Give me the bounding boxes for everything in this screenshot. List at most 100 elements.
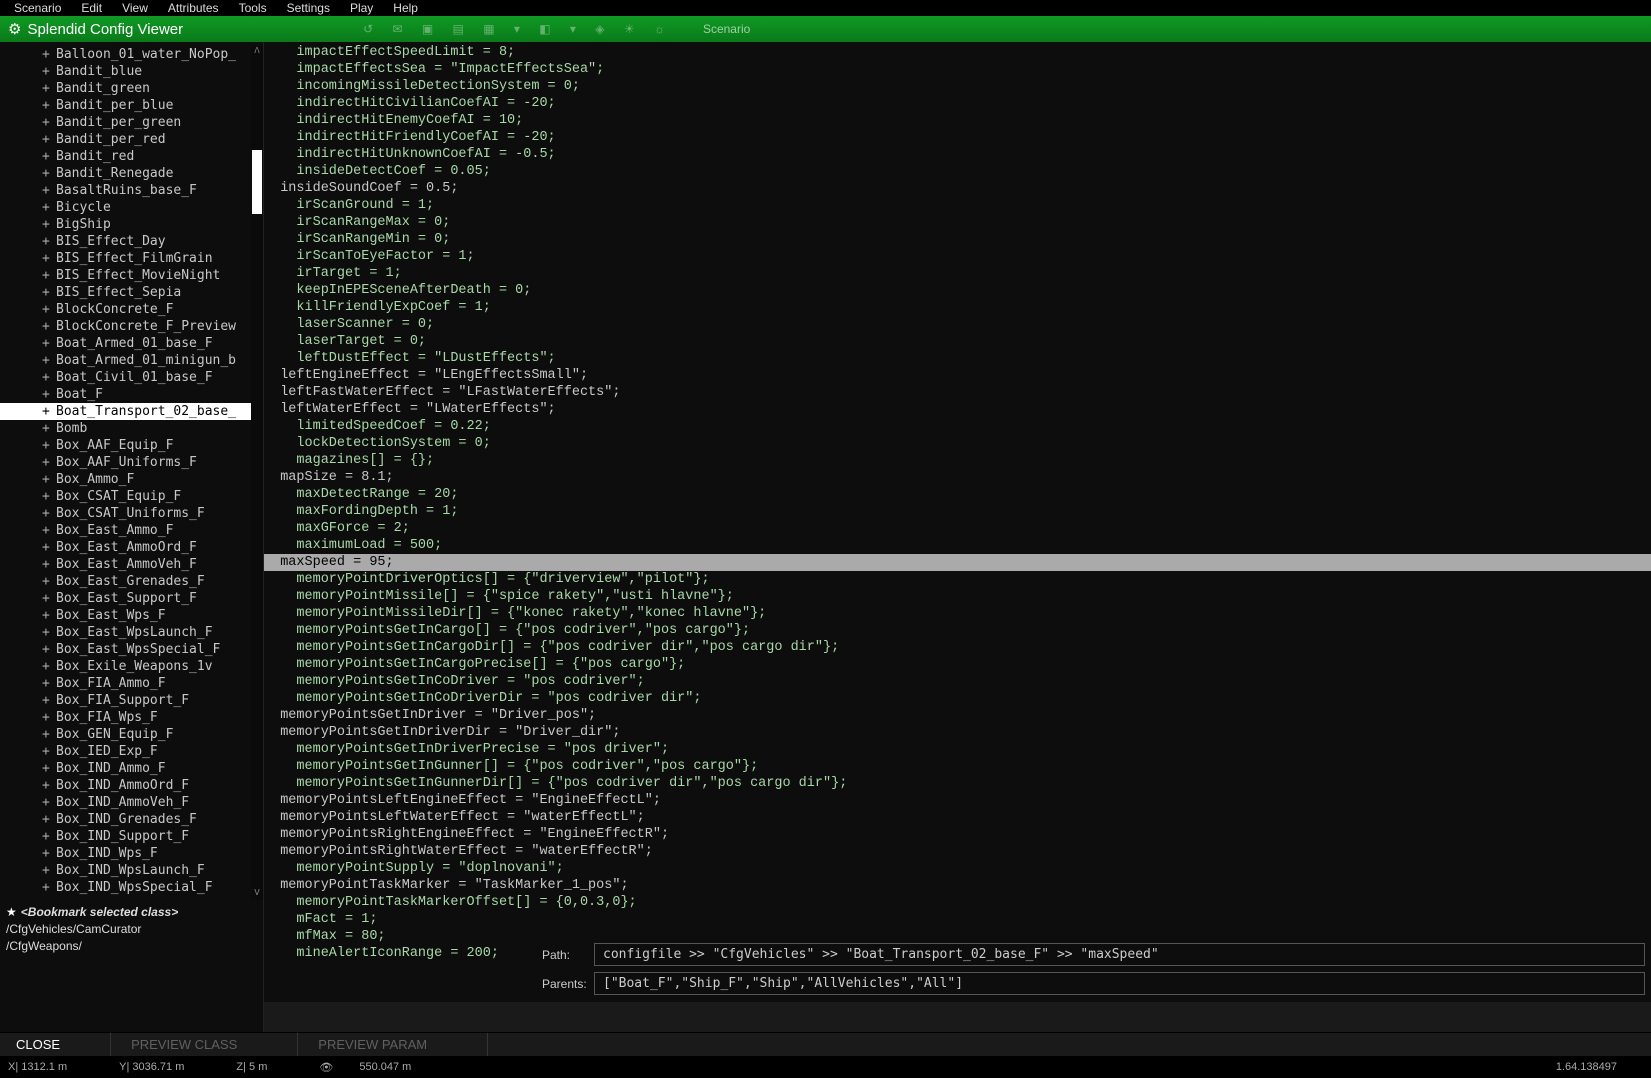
menu-attributes[interactable]: Attributes (158, 1, 229, 15)
tree-item[interactable]: Boat_Armed_01_minigun_b (0, 352, 263, 369)
tree-item[interactable]: Box_IND_Grenades_F (0, 811, 263, 828)
config-code-view[interactable]: impactEffectSpeedLimit = 8; impactEffect… (264, 42, 1651, 1002)
tree-item[interactable]: Box_AAF_Equip_F (0, 437, 263, 454)
toolbar-icons[interactable]: ↺ ✉ ▣ ▤ ▦ ▾ ◧ ▾ ◈ ☀ ☼ (363, 22, 673, 36)
tree-item[interactable]: Box_FIA_Wps_F (0, 709, 263, 726)
scroll-thumb[interactable] (252, 150, 262, 214)
tree-item[interactable]: Box_East_WpsLaunch_F (0, 624, 263, 641)
code-line[interactable]: memoryPointsGetInCargoDir[] = {"pos codr… (264, 639, 1651, 656)
tree-item[interactable]: Bandit_per_green (0, 114, 263, 131)
code-line[interactable]: insideDetectCoef = 0.05; (264, 163, 1651, 180)
code-line[interactable]: memoryPointDriverOptics[] = {"driverview… (264, 571, 1651, 588)
tree-item[interactable]: Box_East_Ammo_F (0, 522, 263, 539)
tree-item[interactable]: Box_IND_Ammo_F (0, 760, 263, 777)
path-value[interactable]: configfile >> "CfgVehicles" >> "Boat_Tra… (594, 943, 1645, 966)
tree-item[interactable]: Boat_Armed_01_base_F (0, 335, 263, 352)
tree-item[interactable]: Box_Ammo_F (0, 471, 263, 488)
tree-item[interactable]: Bandit_per_blue (0, 97, 263, 114)
preview-param-button[interactable]: PREVIEW PARAM (298, 1033, 488, 1056)
code-line[interactable]: incomingMissileDetectionSystem = 0; (264, 78, 1651, 95)
scenario-dropdown[interactable]: Scenario (703, 22, 750, 36)
tree-item[interactable]: BIS_Effect_Day (0, 233, 263, 250)
tree-item[interactable]: Box_CSAT_Equip_F (0, 488, 263, 505)
tree-item[interactable]: Bomb (0, 420, 263, 437)
code-line[interactable]: memoryPointsRightWaterEffect = "waterEff… (264, 843, 1651, 860)
code-line[interactable]: memoryPointsGetInCargoPrecise[] = {"pos … (264, 656, 1651, 673)
tree-item[interactable]: Bandit_green (0, 80, 263, 97)
code-line[interactable]: memoryPointsGetInCargo[] = {"pos codrive… (264, 622, 1651, 639)
menu-view[interactable]: View (112, 1, 158, 15)
tree-item[interactable]: Box_IND_AmmoVeh_F (0, 794, 263, 811)
tree-item[interactable]: Balloon_01_water_NoPop_ (0, 46, 263, 63)
code-line[interactable]: insideSoundCoef = 0.5; (264, 180, 1651, 197)
tree-item[interactable]: Box_FIA_Ammo_F (0, 675, 263, 692)
code-line[interactable]: memoryPointMissile[] = {"spice rakety","… (264, 588, 1651, 605)
tree-item[interactable]: Box_IND_AmmoOrd_F (0, 777, 263, 794)
code-line[interactable]: memoryPointTaskMarkerOffset[] = {0,0.3,0… (264, 894, 1651, 911)
code-line[interactable]: laserTarget = 0; (264, 333, 1651, 350)
code-line[interactable]: irTarget = 1; (264, 265, 1651, 282)
tree-item[interactable]: Bandit_blue (0, 63, 263, 80)
code-line[interactable]: maximumLoad = 500; (264, 537, 1651, 554)
tree-item[interactable]: Bandit_red (0, 148, 263, 165)
tree-item[interactable]: Box_IND_Wps_F (0, 845, 263, 862)
code-line[interactable]: memoryPointsGetInCoDriver = "pos codrive… (264, 673, 1651, 690)
code-line[interactable]: memoryPointsRightEngineEffect = "EngineE… (264, 826, 1651, 843)
tree-item[interactable]: Box_East_Grenades_F (0, 573, 263, 590)
code-line[interactable]: leftFastWaterEffect = "LFastWaterEffects… (264, 384, 1651, 401)
code-line[interactable]: memoryPointsLeftWaterEffect = "waterEffe… (264, 809, 1651, 826)
preview-class-button[interactable]: PREVIEW CLASS (111, 1033, 298, 1056)
tree-item[interactable]: Boat_Transport_02_base_ (0, 403, 263, 420)
code-line[interactable]: memoryPointsGetInGunner[] = {"pos codriv… (264, 758, 1651, 775)
code-line[interactable]: indirectHitCivilianCoefAI = -20; (264, 95, 1651, 112)
code-line[interactable]: keepInEPESceneAfterDeath = 0; (264, 282, 1651, 299)
code-line[interactable]: impactEffectsSea = "ImpactEffectsSea"; (264, 61, 1651, 78)
code-line[interactable]: maxDetectRange = 20; (264, 486, 1651, 503)
code-line[interactable]: memoryPointSupply = "doplnovani"; (264, 860, 1651, 877)
code-line[interactable]: memoryPointsGetInGunnerDir[] = {"pos cod… (264, 775, 1651, 792)
menu-settings[interactable]: Settings (277, 1, 340, 15)
tree-item[interactable]: BIS_Effect_Sepia (0, 284, 263, 301)
tree-item[interactable]: Box_IED_Exp_F (0, 743, 263, 760)
code-line[interactable]: irScanGround = 1; (264, 197, 1651, 214)
tree-item[interactable]: Box_East_WpsSpecial_F (0, 641, 263, 658)
bookmark-item[interactable]: /CfgWeapons/ (6, 938, 257, 955)
tree-item[interactable]: Box_GEN_Equip_F (0, 726, 263, 743)
menu-help[interactable]: Help (383, 1, 428, 15)
parents-value[interactable]: ["Boat_F","Ship_F","Ship","AllVehicles",… (594, 972, 1645, 995)
tree-scrollbar[interactable]: ᐱ ᐯ (251, 46, 263, 900)
menu-scenario[interactable]: Scenario (4, 1, 71, 15)
tree-item[interactable]: Box_CSAT_Uniforms_F (0, 505, 263, 522)
code-line[interactable]: memoryPointsLeftEngineEffect = "EngineEf… (264, 792, 1651, 809)
code-line[interactable]: magazines[] = {}; (264, 452, 1651, 469)
code-line[interactable]: indirectHitEnemyCoefAI = 10; (264, 112, 1651, 129)
code-line[interactable]: irScanToEyeFactor = 1; (264, 248, 1651, 265)
tree-item[interactable]: Box_IND_WpsLaunch_F (0, 862, 263, 879)
code-line[interactable]: memoryPointMissileDir[] = {"konec rakety… (264, 605, 1651, 622)
tree-item[interactable]: BIS_Effect_FilmGrain (0, 250, 263, 267)
code-line[interactable]: memoryPointsGetInDriverDir = "Driver_dir… (264, 724, 1651, 741)
code-line[interactable]: memoryPointsGetInDriver = "Driver_pos"; (264, 707, 1651, 724)
tree-item[interactable]: Box_East_Wps_F (0, 607, 263, 624)
scroll-up-icon[interactable]: ᐱ (251, 46, 263, 58)
tree-item[interactable]: Box_Exile_Weapons_1v (0, 658, 263, 675)
tree-item[interactable]: BlockConcrete_F (0, 301, 263, 318)
tree-item[interactable]: Boat_F (0, 386, 263, 403)
tree-item[interactable]: Bicycle (0, 199, 263, 216)
tree-item[interactable]: Box_East_Support_F (0, 590, 263, 607)
tree-item[interactable]: Bandit_per_red (0, 131, 263, 148)
code-line[interactable]: memoryPointsGetInCoDriverDir = "pos codr… (264, 690, 1651, 707)
code-line[interactable]: memoryPointTaskMarker = "TaskMarker_1_po… (264, 877, 1651, 894)
code-line[interactable]: killFriendlyExpCoef = 1; (264, 299, 1651, 316)
code-line[interactable]: leftWaterEffect = "LWaterEffects"; (264, 401, 1651, 418)
menu-tools[interactable]: Tools (229, 1, 277, 15)
tree-item[interactable]: BIS_Effect_MovieNight (0, 267, 263, 284)
code-line[interactable]: laserScanner = 0; (264, 316, 1651, 333)
tree-item[interactable]: Box_East_AmmoVeh_F (0, 556, 263, 573)
code-line[interactable]: leftDustEffect = "LDustEffects"; (264, 350, 1651, 367)
code-line[interactable]: indirectHitUnknownCoefAI = -0.5; (264, 146, 1651, 163)
code-line[interactable]: limitedSpeedCoef = 0.22; (264, 418, 1651, 435)
tree-item[interactable]: Boat_Civil_01_base_F (0, 369, 263, 386)
bookmark-item[interactable]: /CfgVehicles/CamCurator (6, 921, 257, 938)
code-line[interactable]: mFact = 1; (264, 911, 1651, 928)
